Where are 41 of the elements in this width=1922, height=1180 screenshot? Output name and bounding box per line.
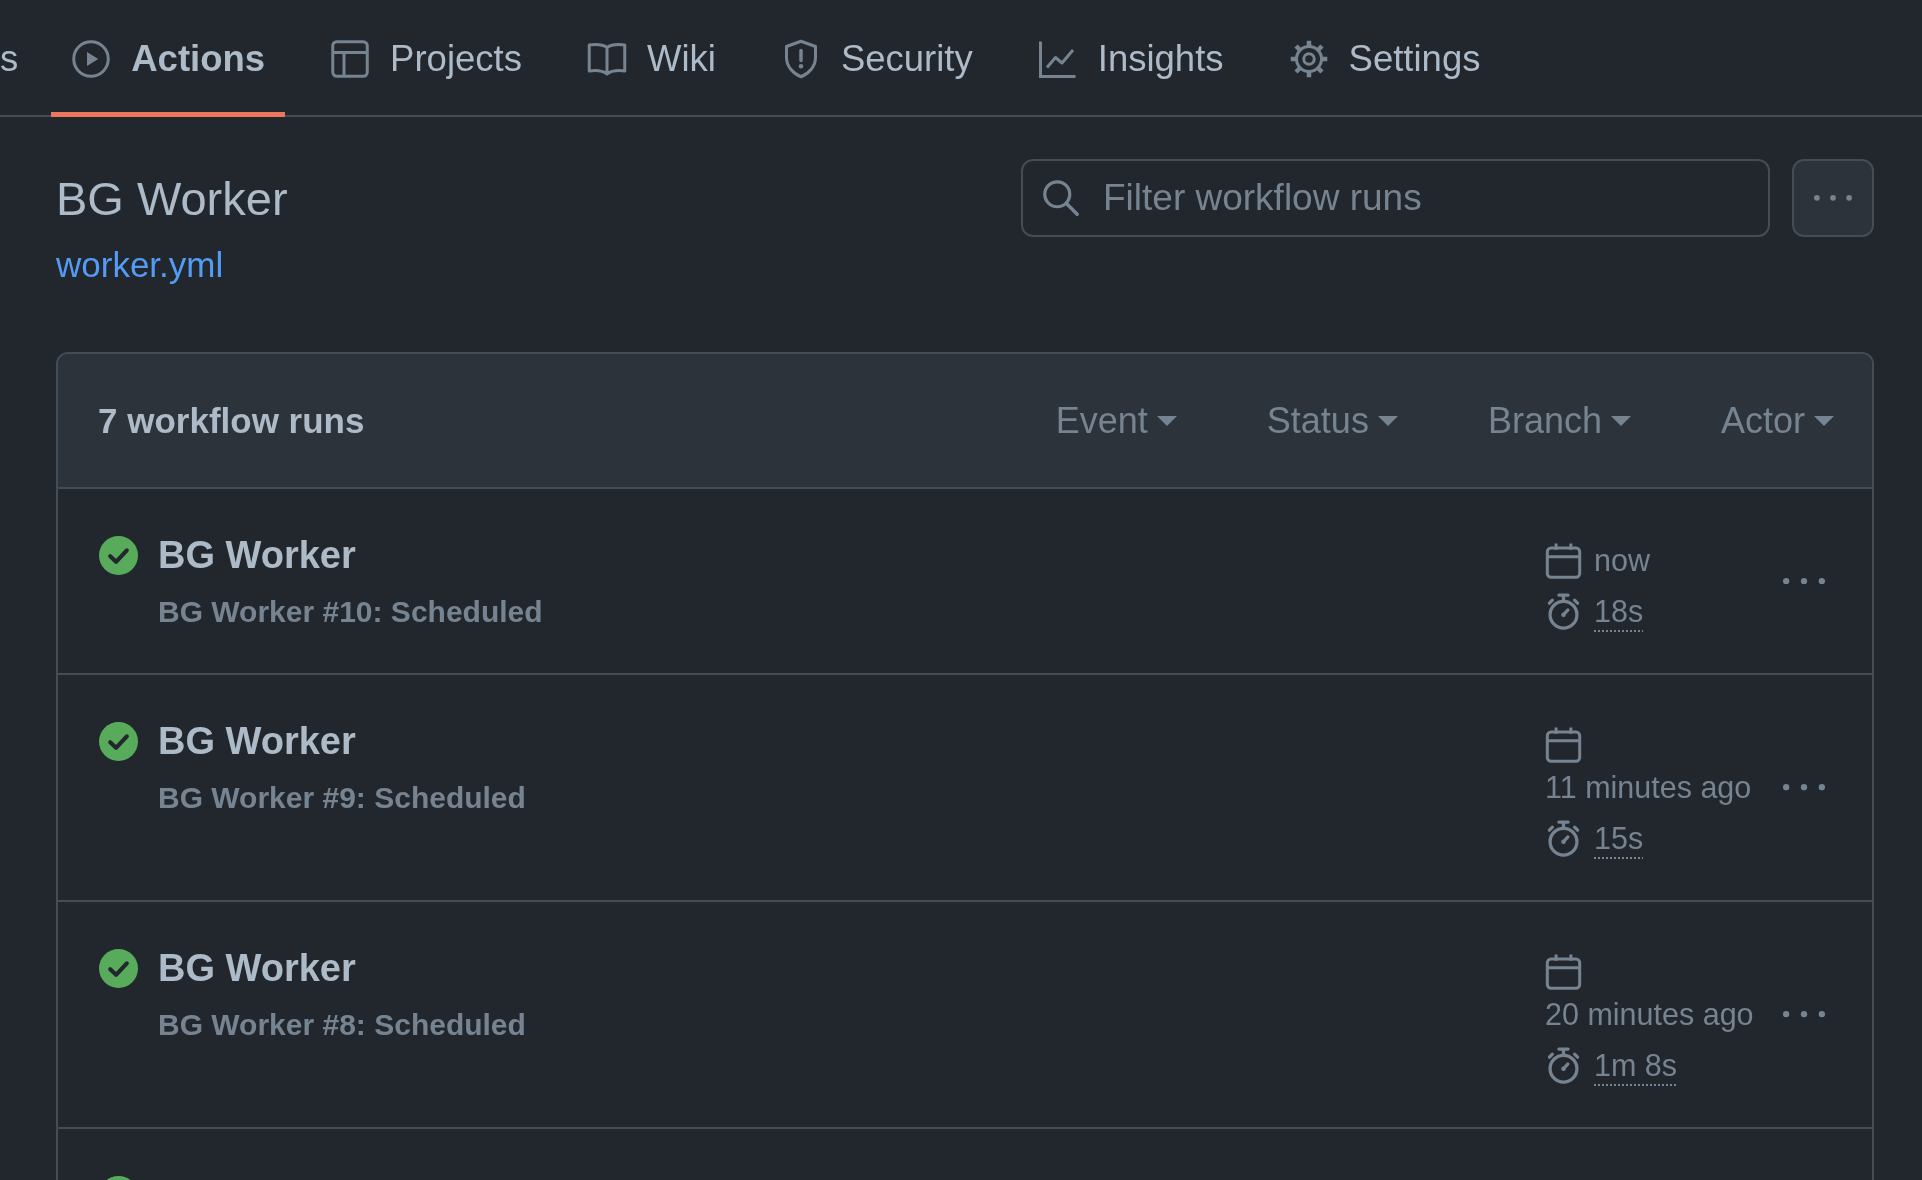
stopwatch-icon <box>1545 593 1582 630</box>
ellipsis-icon <box>1783 577 1825 585</box>
ellipsis-icon <box>1783 784 1825 791</box>
run-duration: 18s <box>1594 593 1644 630</box>
run-count: 7 workflow runs <box>98 400 365 441</box>
caret-icon <box>1377 415 1398 426</box>
run-description: BG Worker #8: Scheduled <box>158 1007 526 1043</box>
run-title-link[interactable]: BG Worker <box>158 718 356 764</box>
caret-icon <box>1814 415 1834 426</box>
calendar-icon <box>1545 726 1582 763</box>
calendar-icon <box>1545 953 1582 990</box>
run-description: BG Worker #10: Scheduled <box>158 594 543 630</box>
run-title-link[interactable]: BG Worker <box>158 945 356 991</box>
run-date: 20 minutes ago <box>1545 996 1754 1034</box>
nav-tab[interactable]: Security <box>760 0 993 117</box>
caret-icon <box>1156 415 1177 426</box>
search-field[interactable]: Filter workflow runs <box>1021 159 1770 237</box>
nav-tab[interactable]: s <box>0 0 27 117</box>
workflow-title: BG Worker <box>56 171 288 227</box>
run-date: 11 minutes ago <box>1545 769 1752 807</box>
calendar-icon <box>1545 542 1582 579</box>
run-duration: 1m 8s <box>1594 1047 1678 1084</box>
stopwatch-icon <box>1545 1047 1582 1084</box>
run-description: BG Worker #9: Scheduled <box>158 780 526 816</box>
nav-tab[interactable]: Wiki <box>566 0 736 117</box>
search-icon <box>1042 179 1079 216</box>
workflow-file-link[interactable]: worker.yml <box>56 243 224 287</box>
nav-tab[interactable]: Insights <box>1017 0 1244 117</box>
caret-icon <box>1610 415 1631 426</box>
nav-tab[interactable]: Actions <box>51 0 286 117</box>
stopwatch-icon <box>1545 820 1582 857</box>
nav-tab[interactable]: Projects <box>310 0 542 117</box>
ellipsis-icon <box>1783 1011 1825 1018</box>
run-title-link[interactable]: BG Worker <box>158 532 356 578</box>
ellipsis-icon <box>1814 195 1852 201</box>
run-duration: 15s <box>1594 820 1644 857</box>
play-icon <box>71 38 112 79</box>
gear-icon <box>1288 38 1329 79</box>
nav-tab[interactable]: Settings <box>1268 0 1501 117</box>
table-icon <box>330 38 371 79</box>
run-date: now <box>1594 542 1650 579</box>
